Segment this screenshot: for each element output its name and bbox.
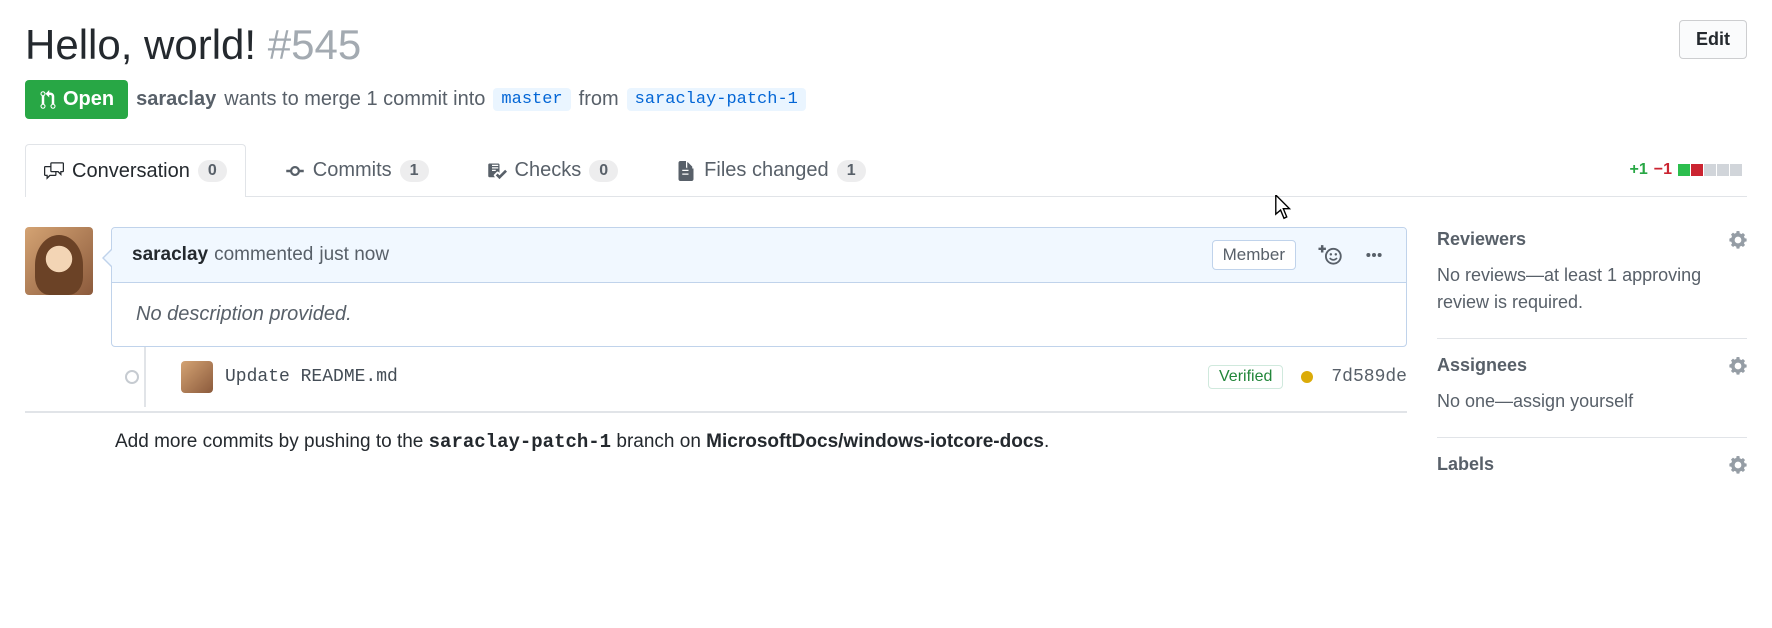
tab-checks-count: 0 <box>589 160 618 182</box>
kebab-icon <box>1364 245 1384 265</box>
diff-block-neutral <box>1730 164 1742 176</box>
mouse-cursor-icon <box>1275 195 1293 221</box>
plus-smiley-icon <box>1316 245 1342 265</box>
pr-number: #545 <box>268 21 361 68</box>
push-hint-prefix: Add more commits by pushing to the <box>115 431 429 452</box>
comment-author[interactable]: saraclay <box>132 244 208 266</box>
tab-files-label: Files changed <box>704 159 829 182</box>
pr-meta: Open saraclay wants to merge 1 commit in… <box>25 80 1747 119</box>
gear-icon <box>1729 456 1747 474</box>
comment-discussion-icon <box>44 161 64 181</box>
git-pull-request-icon <box>39 90 57 110</box>
tab-conversation-label: Conversation <box>72 160 190 183</box>
pr-title-text: Hello, world! <box>25 21 256 68</box>
sidebar-labels: Labels <box>1437 438 1747 475</box>
commit-hash[interactable]: 7d589de <box>1331 367 1407 387</box>
checklist-icon <box>487 161 507 181</box>
tab-checks[interactable]: Checks 0 <box>468 144 638 196</box>
kebab-menu-button[interactable] <box>1362 243 1386 267</box>
git-commit-icon <box>285 161 305 181</box>
comment-action: commented <box>214 244 313 266</box>
diff-block-neutral <box>1704 164 1716 176</box>
tab-commits[interactable]: Commits 1 <box>266 144 448 196</box>
state-label: Open <box>63 88 114 111</box>
sidebar-reviewers-heading[interactable]: Reviewers <box>1437 229 1747 250</box>
comment-header: saraclay commented just now Member <box>112 228 1406 283</box>
reviewers-title: Reviewers <box>1437 229 1526 250</box>
commit-message[interactable]: Update README.md <box>225 367 1208 387</box>
pr-title: Hello, world! #545 <box>25 20 361 70</box>
reviewers-text: No reviews—at least 1 approving review i… <box>1437 262 1747 316</box>
assignees-title: Assignees <box>1437 355 1527 376</box>
sidebar-assignees-heading[interactable]: Assignees <box>1437 355 1747 376</box>
comment-time[interactable]: just now <box>319 244 389 266</box>
status-pending-icon[interactable] <box>1301 371 1313 383</box>
gear-icon <box>1729 231 1747 249</box>
labels-title: Labels <box>1437 454 1494 475</box>
tab-commits-count: 1 <box>400 160 429 182</box>
commit-row: Update README.md Verified 7d589de <box>25 347 1407 407</box>
base-branch[interactable]: master <box>493 88 570 111</box>
push-hint: Add more commits by pushing to the sarac… <box>25 411 1407 453</box>
verified-badge[interactable]: Verified <box>1208 365 1283 389</box>
assignees-none: No one— <box>1437 391 1513 411</box>
tab-conversation-count: 0 <box>198 160 227 182</box>
diff-blocks <box>1678 164 1742 176</box>
tab-checks-label: Checks <box>515 159 582 182</box>
avatar[interactable] <box>25 227 93 295</box>
head-branch[interactable]: saraclay-patch-1 <box>627 88 806 111</box>
sidebar-assignees: Assignees No one—assign yourself <box>1437 339 1747 438</box>
merge-text: wants to merge 1 commit into <box>224 88 485 111</box>
add-reaction-button[interactable] <box>1314 243 1344 267</box>
from-text: from <box>579 88 619 111</box>
sidebar-labels-heading[interactable]: Labels <box>1437 454 1747 475</box>
file-diff-icon <box>676 161 696 181</box>
assign-yourself-link[interactable]: assign yourself <box>1513 391 1633 411</box>
state-badge-open: Open <box>25 80 128 119</box>
tab-files[interactable]: Files changed 1 <box>657 144 884 196</box>
diff-additions: +1 <box>1630 161 1648 179</box>
commit-avatar[interactable] <box>181 361 213 393</box>
diff-block-neutral <box>1717 164 1729 176</box>
edit-button[interactable]: Edit <box>1679 20 1747 59</box>
diff-deletions: −1 <box>1654 161 1672 179</box>
push-hint-mid: branch on <box>611 431 706 452</box>
sidebar-reviewers: Reviewers No reviews—at least 1 approvin… <box>1437 227 1747 339</box>
tab-conversation[interactable]: Conversation 0 <box>25 144 246 197</box>
gear-icon <box>1729 357 1747 375</box>
diff-block-del <box>1691 164 1703 176</box>
push-hint-suffix: . <box>1044 431 1049 452</box>
diff-block-add <box>1678 164 1690 176</box>
diffstat[interactable]: +1 −1 <box>1630 161 1748 179</box>
push-hint-branch: saraclay-patch-1 <box>429 431 611 453</box>
push-hint-repo: MicrosoftDocs/windows-iotcore-docs <box>706 431 1044 452</box>
comment-box: saraclay commented just now Member <box>111 227 1407 347</box>
tab-commits-label: Commits <box>313 159 392 182</box>
pr-author[interactable]: saraclay <box>136 88 216 111</box>
role-badge: Member <box>1212 240 1296 270</box>
assignees-text: No one—assign yourself <box>1437 388 1747 415</box>
tabs: Conversation 0 Commits 1 Checks 0 Files … <box>25 144 885 196</box>
comment-body: No description provided. <box>112 283 1406 346</box>
timeline-commit-dot-icon <box>125 370 139 384</box>
tab-files-count: 1 <box>837 160 866 182</box>
